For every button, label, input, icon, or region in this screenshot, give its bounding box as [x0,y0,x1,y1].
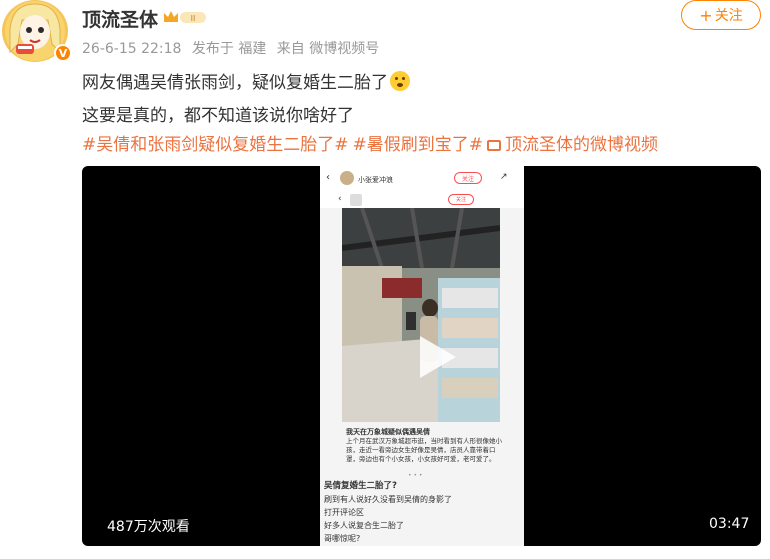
supermarket-photo [342,208,500,422]
verified-badge: V [54,44,72,62]
follow-button[interactable]: + 关注 [681,0,761,30]
phone-username: 小张爱冲浪 [358,176,393,184]
post-text-line2: 这要是真的，都不知道该说你啥好了 [82,106,354,126]
post-location: 发布于 福建 [191,41,267,57]
play-icon [420,336,456,378]
supermarket-scene [342,208,500,422]
phone-list-item: 哥哪惊呢? [324,534,361,543]
phone-caption-title: 我天在万象城疑似偶遇吴倩 [346,428,430,436]
phone-caption: 我天在万象城疑似偶遇吴倩 上个月在武汉万象城超市逛，当时看到有人形很像她小孩，走… [346,428,502,464]
phone-follow-button: 关注 [454,172,482,184]
post-meta: 26-6-15 22:18 发布于 福建 来自 微博视频号 [82,38,385,58]
view-count: 487万次观看 [107,519,190,535]
carousel-dots: • • • [408,472,423,479]
username[interactable]: 顶流圣体 [82,5,158,32]
phone-list-item: 打开评论区 [324,508,364,517]
speechless-emoji-icon [390,71,410,91]
video-duration: 03:47 [709,516,750,532]
video-frame: ‹ 小张爱冲浪 关注 ↗ ‹ 关注 我天在万象城疑似偶遇吴倩 上个月在武汉万象城… [320,166,524,546]
follow-label: 关注 [714,8,743,24]
plus-icon: + [699,5,713,25]
topic-tag[interactable]: #吴倩和张雨剑疑似复婚生二胎了# [82,135,349,155]
crown-icon[interactable]: II [162,9,208,25]
phone-caption-body: 上个月在武汉万象城超市逛，当时看到有人形很像她小孩，走近一看旁边女生好像是吴倩，… [346,437,502,463]
post-source[interactable]: 来自 微博视频号 [277,41,379,57]
post-text-line1: 网友偶遇吴倩张雨剑，疑似复婚生二胎了 [82,68,410,93]
video-icon [487,140,501,151]
back-icon: ‹ [338,194,342,204]
phone-list-title: 吴倩复婚生二胎了? [324,481,397,491]
phone-list-item: 刷到有人说好久没看到吴倩的身影了 [324,495,452,504]
phone-list: 吴倩复婚生二胎了? 刷到有人说好久没看到吴倩的身影了 打开评论区 好多人说复合生… [324,480,520,545]
post-date[interactable]: 26-6-15 22:18 [82,41,181,57]
level-badge: II [191,14,196,23]
video-link-label: 顶流圣体的微博视频 [505,135,658,155]
topic-tag[interactable]: #暑假刷到宝了# [353,135,484,155]
phone-sub-follow: 关注 [448,194,474,205]
phone-topbar: ‹ 小张爱冲浪 关注 ↗ [320,166,524,192]
phone-sub-avatar [350,194,362,206]
phone-list-item: 好多人说复合生二胎了 [324,521,404,530]
post-text-content: 网友偶遇吴倩张雨剑，疑似复婚生二胎了 [82,73,388,93]
share-icon: ↗ [500,172,508,182]
phone-avatar [340,171,354,185]
avatar[interactable]: V [2,0,72,62]
video-player[interactable]: ‹ 小张爱冲浪 关注 ↗ ‹ 关注 我天在万象城疑似偶遇吴倩 上个月在武汉万象城… [82,166,761,546]
phone-subbar: ‹ 关注 [320,192,524,208]
post-tags: #吴倩和张雨剑疑似复婚生二胎了# #暑假刷到宝了# 顶流圣体的微博视频 [82,130,666,155]
back-icon: ‹ [326,172,330,183]
video-link[interactable]: 顶流圣体的微博视频 [487,135,662,155]
